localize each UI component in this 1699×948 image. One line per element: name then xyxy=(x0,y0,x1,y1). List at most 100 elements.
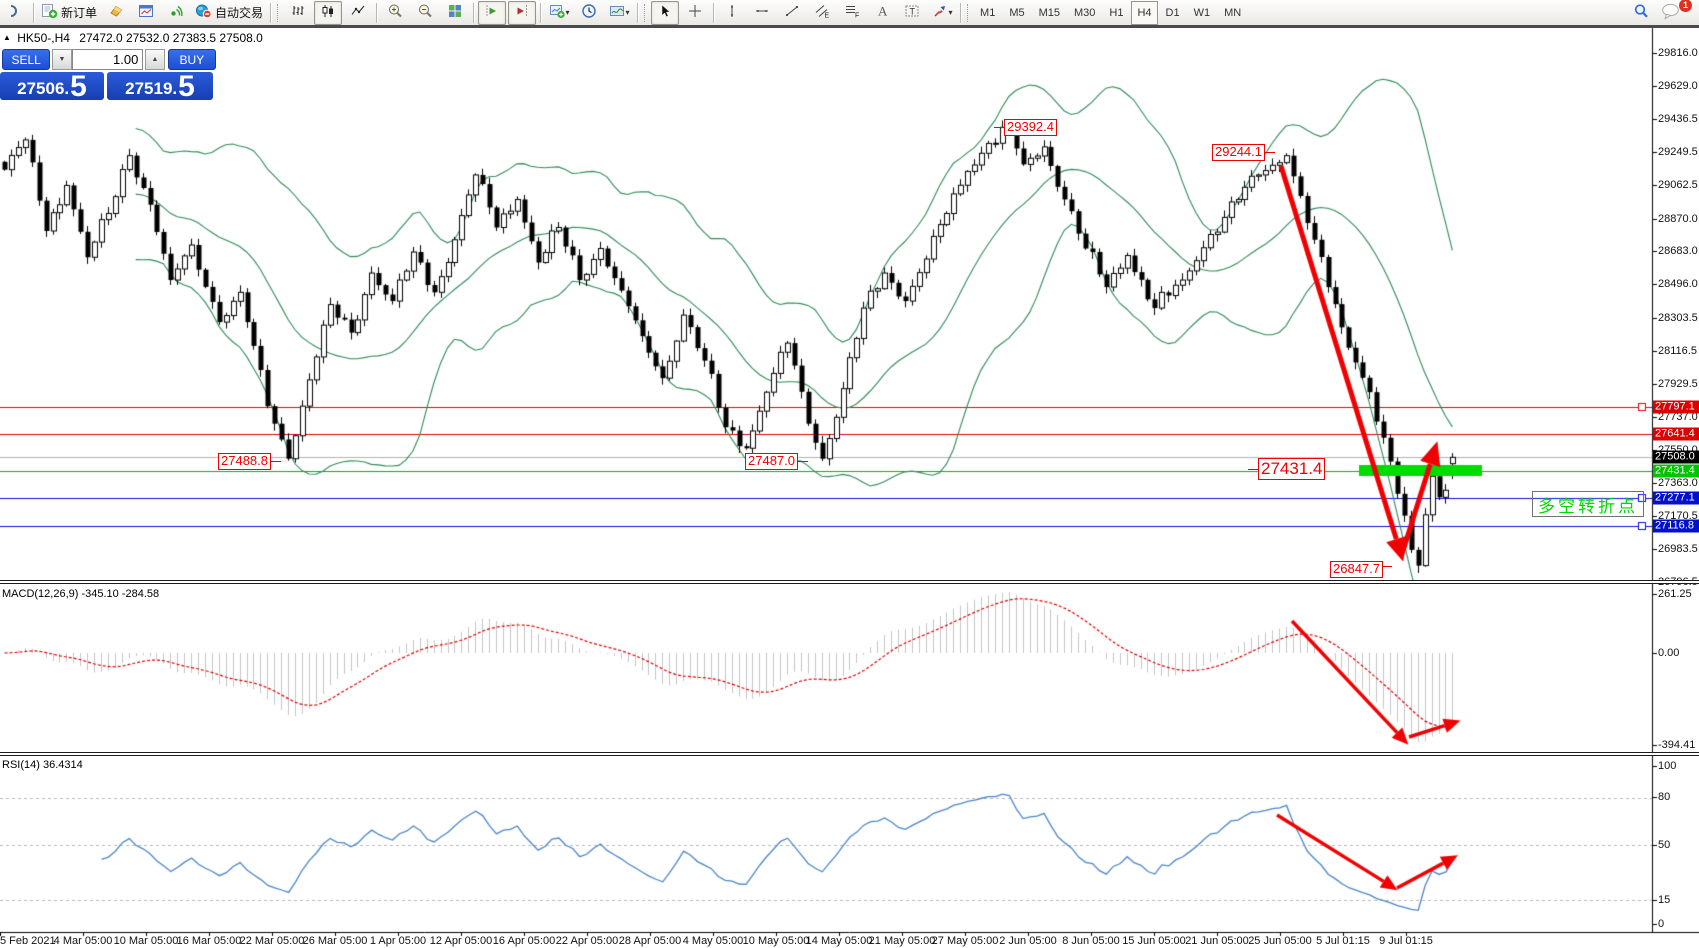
chart-shift-button[interactable] xyxy=(508,1,536,25)
panel-divider-rsi[interactable] xyxy=(0,752,1699,756)
chart-window-icon xyxy=(138,3,154,22)
time-axis-label: 5 Feb 2021 xyxy=(0,935,56,947)
auto-scroll-icon xyxy=(484,3,500,22)
time-axis-label: 28 Apr 05:00 xyxy=(619,935,681,947)
auto-scroll-button[interactable] xyxy=(478,1,506,25)
sell-price[interactable]: 27506 . 5 xyxy=(0,72,104,100)
one-click-trading-panel: SELL ▼ 1.00 ▲ BUY 27506 . 5 27519 . 5 xyxy=(0,49,216,100)
new-order-button[interactable]: 新订单 xyxy=(38,1,100,25)
text-button[interactable]: A xyxy=(868,1,896,25)
vertical-line-button[interactable] xyxy=(718,1,746,25)
timeframe-m1-button[interactable]: M1 xyxy=(974,1,1001,25)
candle-chart-button[interactable] xyxy=(314,1,342,25)
toolbar-separator xyxy=(540,3,541,23)
search-button[interactable] xyxy=(1627,1,1655,25)
chart-title: ▲ HK50-,H4 27472.0 27532.0 27383.5 27508… xyxy=(3,31,263,45)
equidistant-channel-button[interactable]: E xyxy=(808,1,836,25)
time-axis-label: 16 Mar 05:00 xyxy=(177,935,242,947)
eraser-icon xyxy=(108,3,124,22)
timeframe-h1-button[interactable]: H1 xyxy=(1103,1,1129,25)
toolbar-grip xyxy=(277,4,280,22)
chevron-down-icon[interactable]: ▾ xyxy=(566,8,570,17)
volume-input[interactable]: 1.00 xyxy=(72,49,144,70)
time-axis-label: 15 Jun 05:00 xyxy=(1122,935,1186,947)
toolbar-grip xyxy=(967,4,970,22)
buy-button[interactable]: BUY xyxy=(168,49,216,70)
rsi-axis-tick-label: 100 xyxy=(1658,760,1676,772)
time-axis-label: 1 Apr 05:00 xyxy=(370,935,426,947)
chevron-down-icon[interactable]: ▾ xyxy=(626,8,630,17)
autotrading-icon xyxy=(195,3,212,22)
price-annotation-label[interactable]: 27488.8 xyxy=(218,453,271,470)
autotrading-button[interactable]: 自动交易 xyxy=(192,1,266,25)
bar-chart-icon xyxy=(290,3,306,22)
clipped-chart-button[interactable] xyxy=(1,1,29,25)
chart-profile-button[interactable]: ▾ xyxy=(605,1,633,25)
time-axis-label: 14 May 05:00 xyxy=(806,935,873,947)
signal-button[interactable] xyxy=(162,1,190,25)
timeframe-m15-button[interactable]: M15 xyxy=(1033,1,1066,25)
price-annotation-label[interactable]: 27431.4 xyxy=(1258,458,1325,480)
sell-button[interactable]: SELL xyxy=(2,49,50,70)
price-annotation-label[interactable]: 26847.7 xyxy=(1330,561,1383,578)
crosshair-button[interactable] xyxy=(681,1,709,25)
zoom-out-button[interactable] xyxy=(411,1,439,25)
time-axis-label: 10 May 05:00 xyxy=(743,935,810,947)
bull-bear-turning-point-note[interactable]: 多空转折点 xyxy=(1532,491,1644,517)
tile-windows-icon xyxy=(447,3,463,22)
cursor-button[interactable] xyxy=(651,1,679,25)
time-axis-label: 4 May 05:00 xyxy=(683,935,744,947)
timeframe-m30-button[interactable]: M30 xyxy=(1068,1,1101,25)
rsi-axis-tick-label: 80 xyxy=(1658,791,1670,803)
zoom-in-icon xyxy=(387,3,403,22)
horizontal-line-button[interactable] xyxy=(748,1,776,25)
price-annotation-label[interactable]: 29392.4 xyxy=(1004,119,1057,136)
chevron-down-icon[interactable]: ▾ xyxy=(949,8,953,17)
current-price-badge: 27508.0 xyxy=(1653,451,1699,464)
toolbar-separator xyxy=(473,3,474,23)
timeframe-d1-button[interactable]: D1 xyxy=(1160,1,1186,25)
macd-axis-tick-label: 261.25 xyxy=(1658,588,1692,600)
tile-windows-button[interactable] xyxy=(441,1,469,25)
trendline-button[interactable] xyxy=(778,1,806,25)
clock-button[interactable] xyxy=(575,1,603,25)
chart-canvas[interactable] xyxy=(0,0,1699,948)
level-price-badge: 27641.4 xyxy=(1653,427,1699,440)
toolbar-separator xyxy=(33,3,34,23)
fibonacci-button[interactable]: F xyxy=(838,1,866,25)
toolbar-separator xyxy=(637,3,638,23)
timeframe-w1-button[interactable]: W1 xyxy=(1188,1,1217,25)
volume-increase-button[interactable]: ▲ xyxy=(145,49,164,70)
price-axis-tick-label: 29629.0 xyxy=(1658,80,1698,92)
price-annotation-label[interactable]: 29244.1 xyxy=(1212,144,1265,161)
level-price-badge: 27431.4 xyxy=(1653,464,1699,477)
text-label-icon: T xyxy=(904,3,920,22)
timeframe-mn-button[interactable]: MN xyxy=(1218,1,1247,25)
price-annotation-label[interactable]: 27487.0 xyxy=(745,453,798,470)
timeframe-m5-button[interactable]: M5 xyxy=(1003,1,1030,25)
text-label-button[interactable]: T xyxy=(898,1,926,25)
new-chart-button[interactable]: ▾ xyxy=(545,1,573,25)
zoom-in-button[interactable] xyxy=(381,1,409,25)
volume-decrease-button[interactable]: ▼ xyxy=(52,49,71,70)
time-axis-label: 10 Mar 05:00 xyxy=(114,935,179,947)
bar-chart-button[interactable] xyxy=(284,1,312,25)
eraser-button[interactable] xyxy=(102,1,130,25)
timeframe-h4-button[interactable]: H4 xyxy=(1131,1,1157,25)
arrows-button[interactable]: ▾ xyxy=(928,1,956,25)
time-axis-label: 21 Jun 05:00 xyxy=(1185,935,1249,947)
fibonacci-icon: F xyxy=(844,3,860,22)
macd-axis-tick-label: -394.41 xyxy=(1658,739,1695,751)
line-chart-button[interactable] xyxy=(344,1,372,25)
time-axis-label: 4 Mar 05:00 xyxy=(54,935,113,947)
sell-price-frac: 5 xyxy=(70,74,87,99)
rsi-axis-tick-label: 0 xyxy=(1658,918,1664,930)
svg-text:A: A xyxy=(878,4,888,19)
chart-window-button[interactable] xyxy=(132,1,160,25)
notifications-button[interactable]: 1 xyxy=(1657,1,1685,25)
buy-price[interactable]: 27519 . 5 xyxy=(107,72,213,100)
time-axis-label: 16 Apr 05:00 xyxy=(493,935,555,947)
rsi-indicator-label: RSI(14) 36.4314 xyxy=(2,759,83,771)
panel-divider-macd[interactable] xyxy=(0,580,1699,584)
price-axis-tick-label: 27929.5 xyxy=(1658,378,1698,390)
